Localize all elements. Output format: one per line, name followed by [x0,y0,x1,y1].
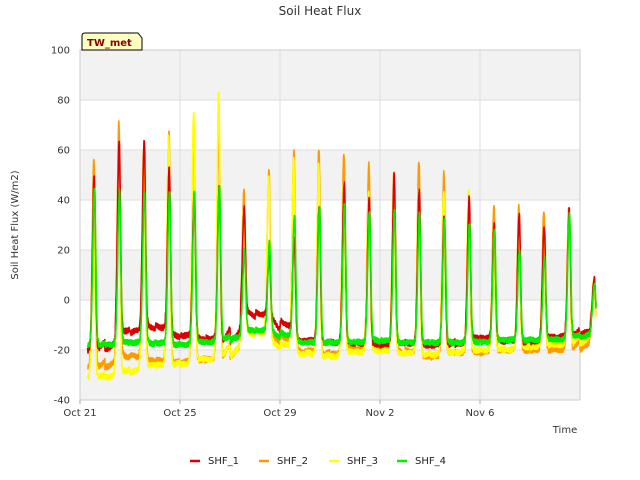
legend-label: SHF_3 [347,456,378,467]
series-layer [86,91,597,381]
y-tick-label: -40 [54,396,70,407]
y-tick-label: 0 [64,296,70,307]
y-tick-label: -20 [54,346,70,357]
legend: SHF_1 SHF_2 SHF_3 SHF_4 [190,456,446,467]
chart-title: Soil Heat Flux [279,4,362,18]
x-axis-label: Time [552,425,577,436]
legend-label: SHF_1 [208,456,239,467]
legend-label: SHF_4 [415,456,446,467]
x-tick-label: Nov 2 [365,408,394,419]
background-band [80,50,580,100]
chart-container: Soil Heat Flux -40 -20 0 20 40 60 80 100 Oct 21… [0,0,640,480]
chart-svg: Soil Heat Flux -40 -20 0 20 40 60 80 100 Oct 21… [10,4,597,467]
x-tick-label: Nov 6 [465,408,494,419]
legend-label: SHF_2 [277,456,308,467]
site-badge: TW_met [81,32,143,51]
site-badge-label: TW_met [87,38,132,49]
x-tick-label: Oct 21 [63,408,96,419]
y-tick-label: 20 [57,246,70,257]
background-band [80,250,580,300]
y-tick-label: 80 [57,96,70,107]
y-axis-ticks: -40 -20 0 20 40 60 80 100 [51,46,70,407]
x-axis-ticks: Oct 21 Oct 25 Oct 29 Nov 2 Nov 6 [63,400,495,419]
y-tick-label: 100 [51,46,70,57]
y-axis-label: Soil Heat Flux (W/m2) [10,170,21,279]
y-tick-label: 40 [57,196,70,207]
x-tick-label: Oct 29 [263,408,296,419]
background-band [80,150,580,200]
x-tick-label: Oct 25 [163,408,196,419]
y-tick-label: 60 [57,146,70,157]
